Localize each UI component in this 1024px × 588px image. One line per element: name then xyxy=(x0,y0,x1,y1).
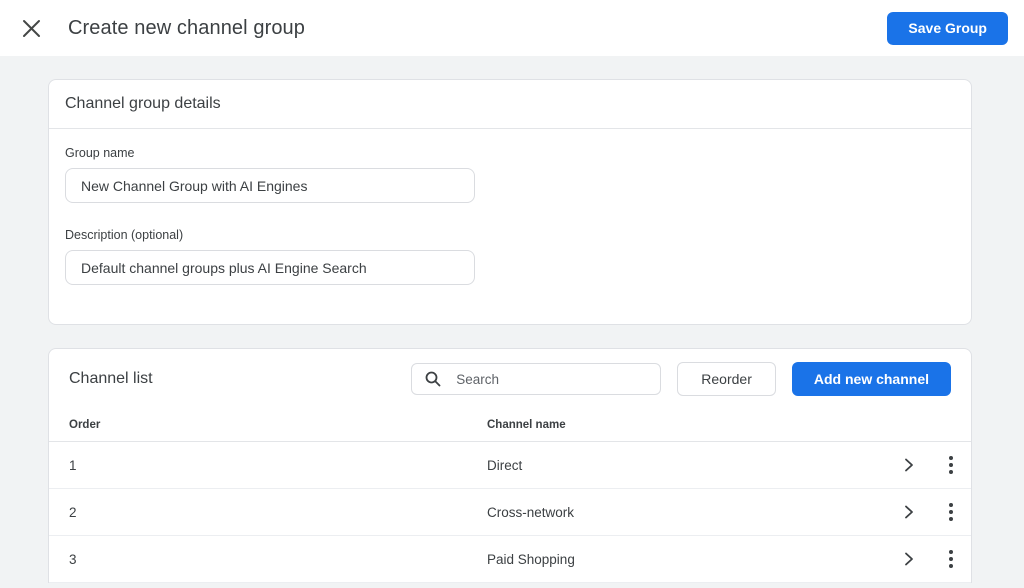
description-label: Description (optional) xyxy=(65,228,184,242)
row-channel-name: Paid Shopping xyxy=(487,551,575,567)
main-content: Channel group details Group name Descrip… xyxy=(0,56,1024,583)
channel-table-body: 1 Direct 2 Cross-network 3 Paid Shopping xyxy=(49,442,971,583)
row-order: 1 xyxy=(69,457,77,473)
search-input[interactable] xyxy=(454,370,648,388)
order-column-header: Order xyxy=(69,419,101,431)
save-group-button[interactable]: Save Group xyxy=(887,11,1008,45)
expand-row-button[interactable] xyxy=(893,543,925,575)
row-menu-button[interactable] xyxy=(935,543,967,575)
group-name-label: Group name xyxy=(65,146,135,160)
table-header: Order Channel name xyxy=(49,409,971,442)
close-icon xyxy=(22,19,41,38)
table-row[interactable]: 1 Direct xyxy=(49,442,971,489)
chevron-right-icon xyxy=(903,458,915,472)
search-icon xyxy=(425,371,441,387)
expand-row-button[interactable] xyxy=(893,449,925,481)
kebab-menu-icon xyxy=(949,550,953,568)
kebab-menu-icon xyxy=(949,456,953,474)
page-title: Create new channel group xyxy=(68,16,305,39)
chevron-right-icon xyxy=(903,552,915,566)
chevron-right-icon xyxy=(903,505,915,519)
table-row[interactable]: 3 Paid Shopping xyxy=(49,536,971,583)
channel-list-title: Channel list xyxy=(69,370,153,387)
close-button[interactable] xyxy=(16,13,46,43)
channel-group-details-card: Channel group details Group name Descrip… xyxy=(48,79,972,325)
row-menu-button[interactable] xyxy=(935,449,967,481)
row-menu-button[interactable] xyxy=(935,496,967,528)
row-channel-name: Cross-network xyxy=(487,504,575,520)
row-channel-name: Direct xyxy=(487,457,523,473)
top-bar: Create new channel group Save Group xyxy=(0,0,1024,56)
reorder-button[interactable]: Reorder xyxy=(677,362,776,396)
details-card-title: Channel group details xyxy=(49,80,971,129)
description-input[interactable] xyxy=(65,250,475,285)
table-row[interactable]: 2 Cross-network xyxy=(49,489,971,536)
search-box[interactable] xyxy=(411,363,662,395)
add-new-channel-button[interactable]: Add new channel xyxy=(791,362,951,396)
expand-row-button[interactable] xyxy=(893,496,925,528)
group-name-input[interactable] xyxy=(65,168,475,203)
kebab-menu-icon xyxy=(949,503,953,521)
row-order: 3 xyxy=(69,551,77,567)
channel-list-card: Channel list Reorder Add new channel Ord… xyxy=(48,348,972,583)
row-order: 2 xyxy=(69,504,77,520)
channel-name-column-header: Channel name xyxy=(487,419,566,431)
